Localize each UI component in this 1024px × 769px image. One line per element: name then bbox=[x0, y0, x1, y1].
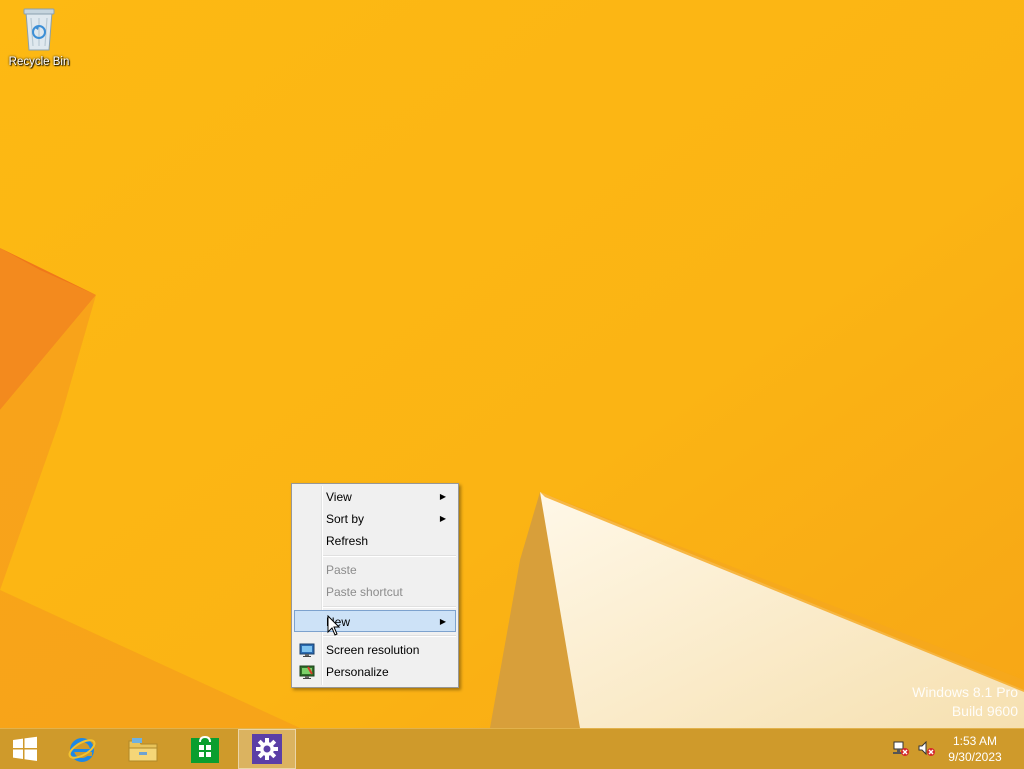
screen-resolution-icon bbox=[299, 643, 315, 657]
recycle-bin-label: Recycle Bin bbox=[8, 56, 70, 68]
network-disconnected-icon[interactable] bbox=[892, 741, 910, 757]
submenu-arrow-icon: ▶ bbox=[439, 492, 446, 501]
menu-item-label: Refresh bbox=[326, 534, 369, 548]
menu-item-label: Paste shortcut bbox=[326, 585, 403, 599]
gear-icon bbox=[252, 734, 282, 764]
menu-item-sort-by[interactable]: Sort by ▶ bbox=[294, 508, 456, 530]
personalize-icon bbox=[299, 665, 315, 679]
clock-time: 1:53 AM bbox=[952, 734, 998, 748]
system-tray: 1:53 AM 9/30/2023 bbox=[884, 729, 1024, 769]
desktop-context-menu: View ▶ Sort by ▶ Refresh Paste Paste sho… bbox=[291, 483, 459, 688]
menu-item-label: Personalize bbox=[326, 665, 389, 679]
mouse-pointer-icon bbox=[327, 615, 341, 636]
start-button[interactable] bbox=[0, 729, 50, 769]
menu-separator bbox=[323, 555, 456, 557]
clock-date: 9/30/2023 bbox=[948, 750, 1002, 764]
windows-watermark: Windows 8.1 Pro Build 9600 bbox=[912, 683, 1018, 721]
store-icon bbox=[191, 735, 219, 763]
menu-separator bbox=[323, 635, 456, 637]
menu-item-paste[interactable]: Paste bbox=[294, 559, 456, 581]
menu-item-screen-resolution[interactable]: Screen resolution bbox=[294, 639, 456, 661]
menu-item-label: Sort by bbox=[326, 512, 365, 526]
recycle-bin-icon bbox=[23, 8, 55, 51]
taskbar-clock[interactable]: 1:53 AM 9/30/2023 bbox=[940, 733, 1010, 765]
menu-item-personalize[interactable]: Personalize bbox=[294, 661, 456, 683]
menu-separator bbox=[323, 606, 456, 608]
wallpaper bbox=[0, 0, 1024, 728]
submenu-arrow-icon: ▶ bbox=[439, 514, 446, 523]
windows-logo-icon bbox=[13, 736, 37, 761]
menu-item-label: Paste bbox=[326, 563, 357, 577]
menu-item-paste-shortcut[interactable]: Paste shortcut bbox=[294, 581, 456, 603]
submenu-arrow-icon: ▶ bbox=[439, 617, 446, 626]
folder-icon bbox=[128, 738, 158, 762]
desktop[interactable]: Recycle Bin Windows 8.1 Pro Build 9600 V… bbox=[0, 0, 1024, 728]
menu-item-label: Screen resolution bbox=[326, 643, 420, 657]
settings-button[interactable] bbox=[238, 729, 296, 769]
internet-explorer-button[interactable] bbox=[54, 729, 110, 769]
file-explorer-button[interactable] bbox=[115, 729, 171, 769]
menu-item-label: View bbox=[326, 490, 352, 504]
menu-item-new[interactable]: New ▶ bbox=[294, 610, 456, 632]
menu-item-refresh[interactable]: Refresh bbox=[294, 530, 456, 552]
recycle-bin[interactable]: Recycle Bin bbox=[4, 6, 74, 68]
taskbar: 1:53 AM 9/30/2023 bbox=[0, 728, 1024, 769]
menu-item-view[interactable]: View ▶ bbox=[294, 486, 456, 508]
store-button[interactable] bbox=[177, 729, 233, 769]
watermark-edition: Windows 8.1 Pro bbox=[912, 684, 1018, 700]
watermark-build: Build 9600 bbox=[951, 703, 1018, 719]
volume-muted-icon[interactable] bbox=[918, 741, 936, 757]
internet-explorer-icon bbox=[68, 738, 96, 762]
